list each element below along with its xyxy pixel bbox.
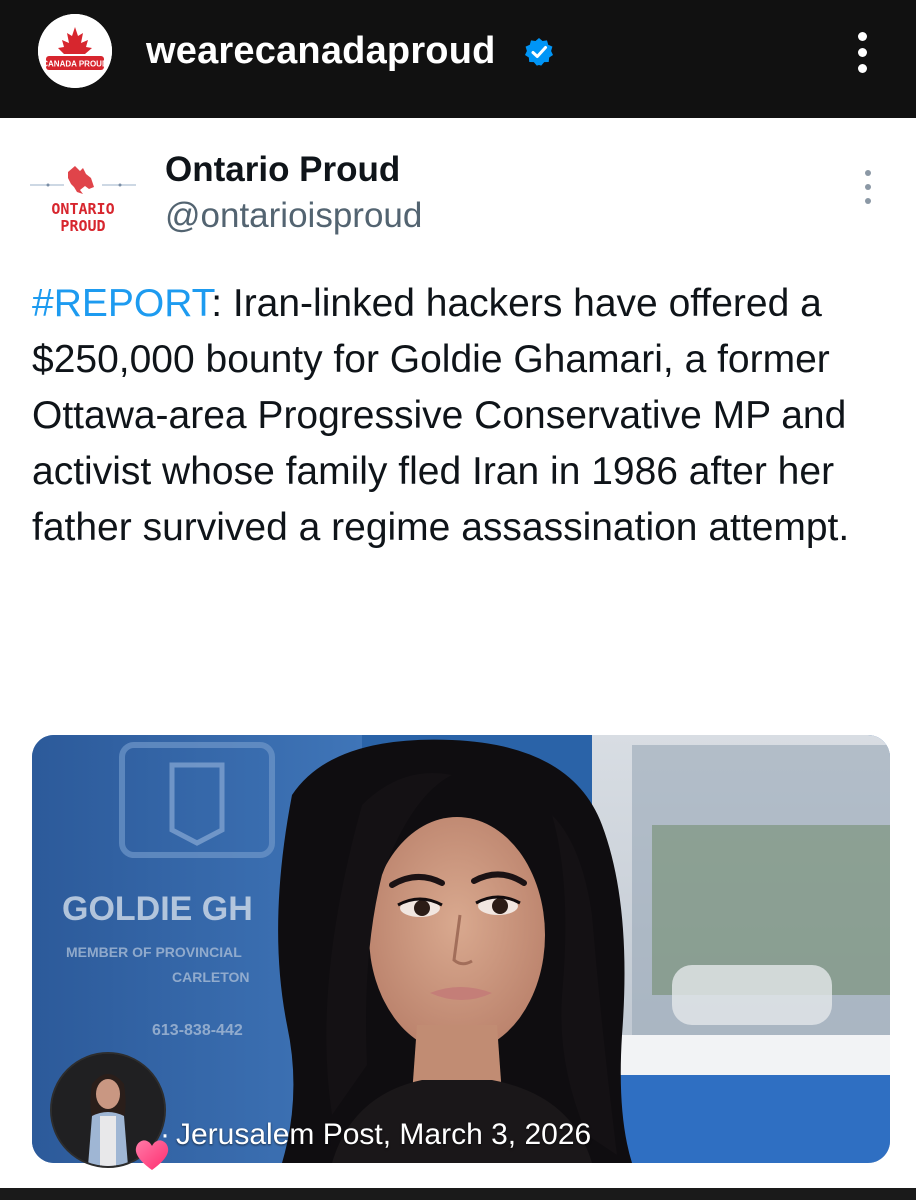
svg-text:PROUD: PROUD [60, 217, 105, 235]
ontario-map-icon: ONTARIO PROUD [30, 166, 136, 235]
more-vertical-icon[interactable] [843, 28, 883, 76]
caption-separator: · [160, 1118, 170, 1151]
svg-text:613-838-442: 613-838-442 [152, 1022, 243, 1039]
tweet-more-icon[interactable] [855, 164, 881, 210]
hashtag-link[interactable]: #REPORT [32, 282, 211, 325]
svg-text:ONTARIO: ONTARIO [51, 200, 114, 218]
svg-text:MEMBER OF PROVINCIAL: MEMBER OF PROVINCIAL [66, 944, 242, 960]
ontario-proud-logo[interactable]: ONTARIO PROUD [28, 160, 138, 240]
media-caption: Jerusalem Post, March 3, 2026 [176, 1118, 592, 1151]
svg-text:CANADA PROUD: CANADA PROUD [42, 60, 108, 69]
instagram-post-header: CANADA PROUD wearecanadaproud [0, 0, 916, 118]
svg-text:CARLETON: CARLETON [172, 969, 250, 985]
tweet-author-name[interactable]: Ontario Proud [165, 150, 400, 190]
tweet-body: #REPORT: Iran-linked hackers have offere… [32, 276, 892, 556]
tweet-author-handle[interactable]: @ontarioisproud [165, 196, 422, 236]
verified-badge-icon [525, 38, 553, 66]
canada-proud-logo-icon: CANADA PROUD [38, 14, 112, 88]
svg-text:GOLDIE GH: GOLDIE GH [62, 890, 253, 928]
account-avatar[interactable]: CANADA PROUD [38, 14, 112, 88]
bottom-bar [0, 1188, 916, 1200]
account-username[interactable]: wearecanadaproud [146, 30, 496, 73]
